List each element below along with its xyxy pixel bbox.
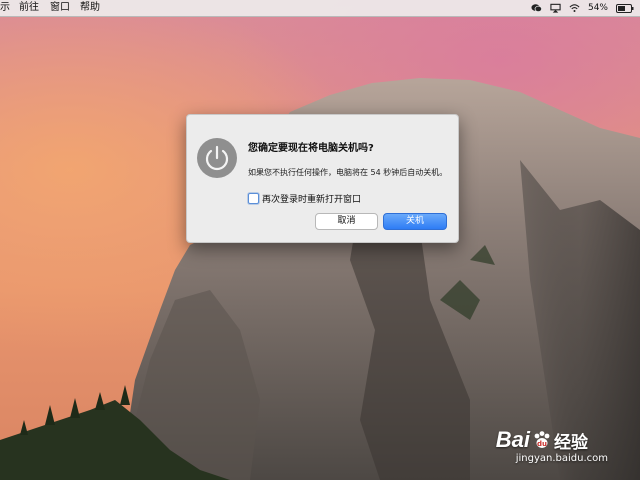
paw-icon: du — [534, 431, 550, 448]
screen-mirroring-icon[interactable] — [550, 3, 561, 13]
battery-icon[interactable] — [616, 3, 634, 13]
cancel-button[interactable]: 取消 — [315, 213, 378, 230]
power-icon — [197, 138, 237, 178]
shutdown-dialog: 您确定要现在将电脑关机吗? 如果您不执行任何操作，电脑将在 54 秒钟后自动关机… — [186, 114, 459, 243]
menu-go[interactable]: 前往 — [19, 0, 39, 16]
dialog-message: 如果您不执行任何操作，电脑将在 54 秒钟后自动关机。 — [248, 168, 448, 177]
shutdown-button[interactable]: 关机 — [383, 213, 447, 230]
watermark-product: 经验 — [553, 432, 588, 453]
menu-display[interactable]: 示 — [0, 0, 10, 16]
menu-window[interactable]: 窗口 — [50, 0, 70, 16]
watermark-brand: Bai — [495, 427, 530, 452]
battery-percent: 54% — [587, 3, 608, 13]
reopen-windows-label[interactable]: 再次登录时重新打开窗口 — [262, 192, 361, 205]
menu-help[interactable]: 帮助 — [80, 0, 100, 16]
menu-bar: 示 前往 窗口 帮助 54% — [0, 0, 640, 17]
svg-text:du: du — [537, 440, 547, 448]
wifi-icon[interactable] — [569, 3, 580, 13]
baidu-jingyan-watermark: Bai du 经验 jingyan.baidu.com — [496, 427, 608, 464]
wechat-icon[interactable] — [531, 3, 542, 13]
dialog-title: 您确定要现在将电脑关机吗? — [248, 143, 374, 154]
reopen-windows-option[interactable]: 再次登录时重新打开窗口 — [248, 192, 361, 205]
status-area: 54% — [531, 0, 634, 16]
watermark-url: jingyan.baidu.com — [515, 453, 608, 464]
reopen-windows-checkbox[interactable] — [248, 193, 259, 204]
